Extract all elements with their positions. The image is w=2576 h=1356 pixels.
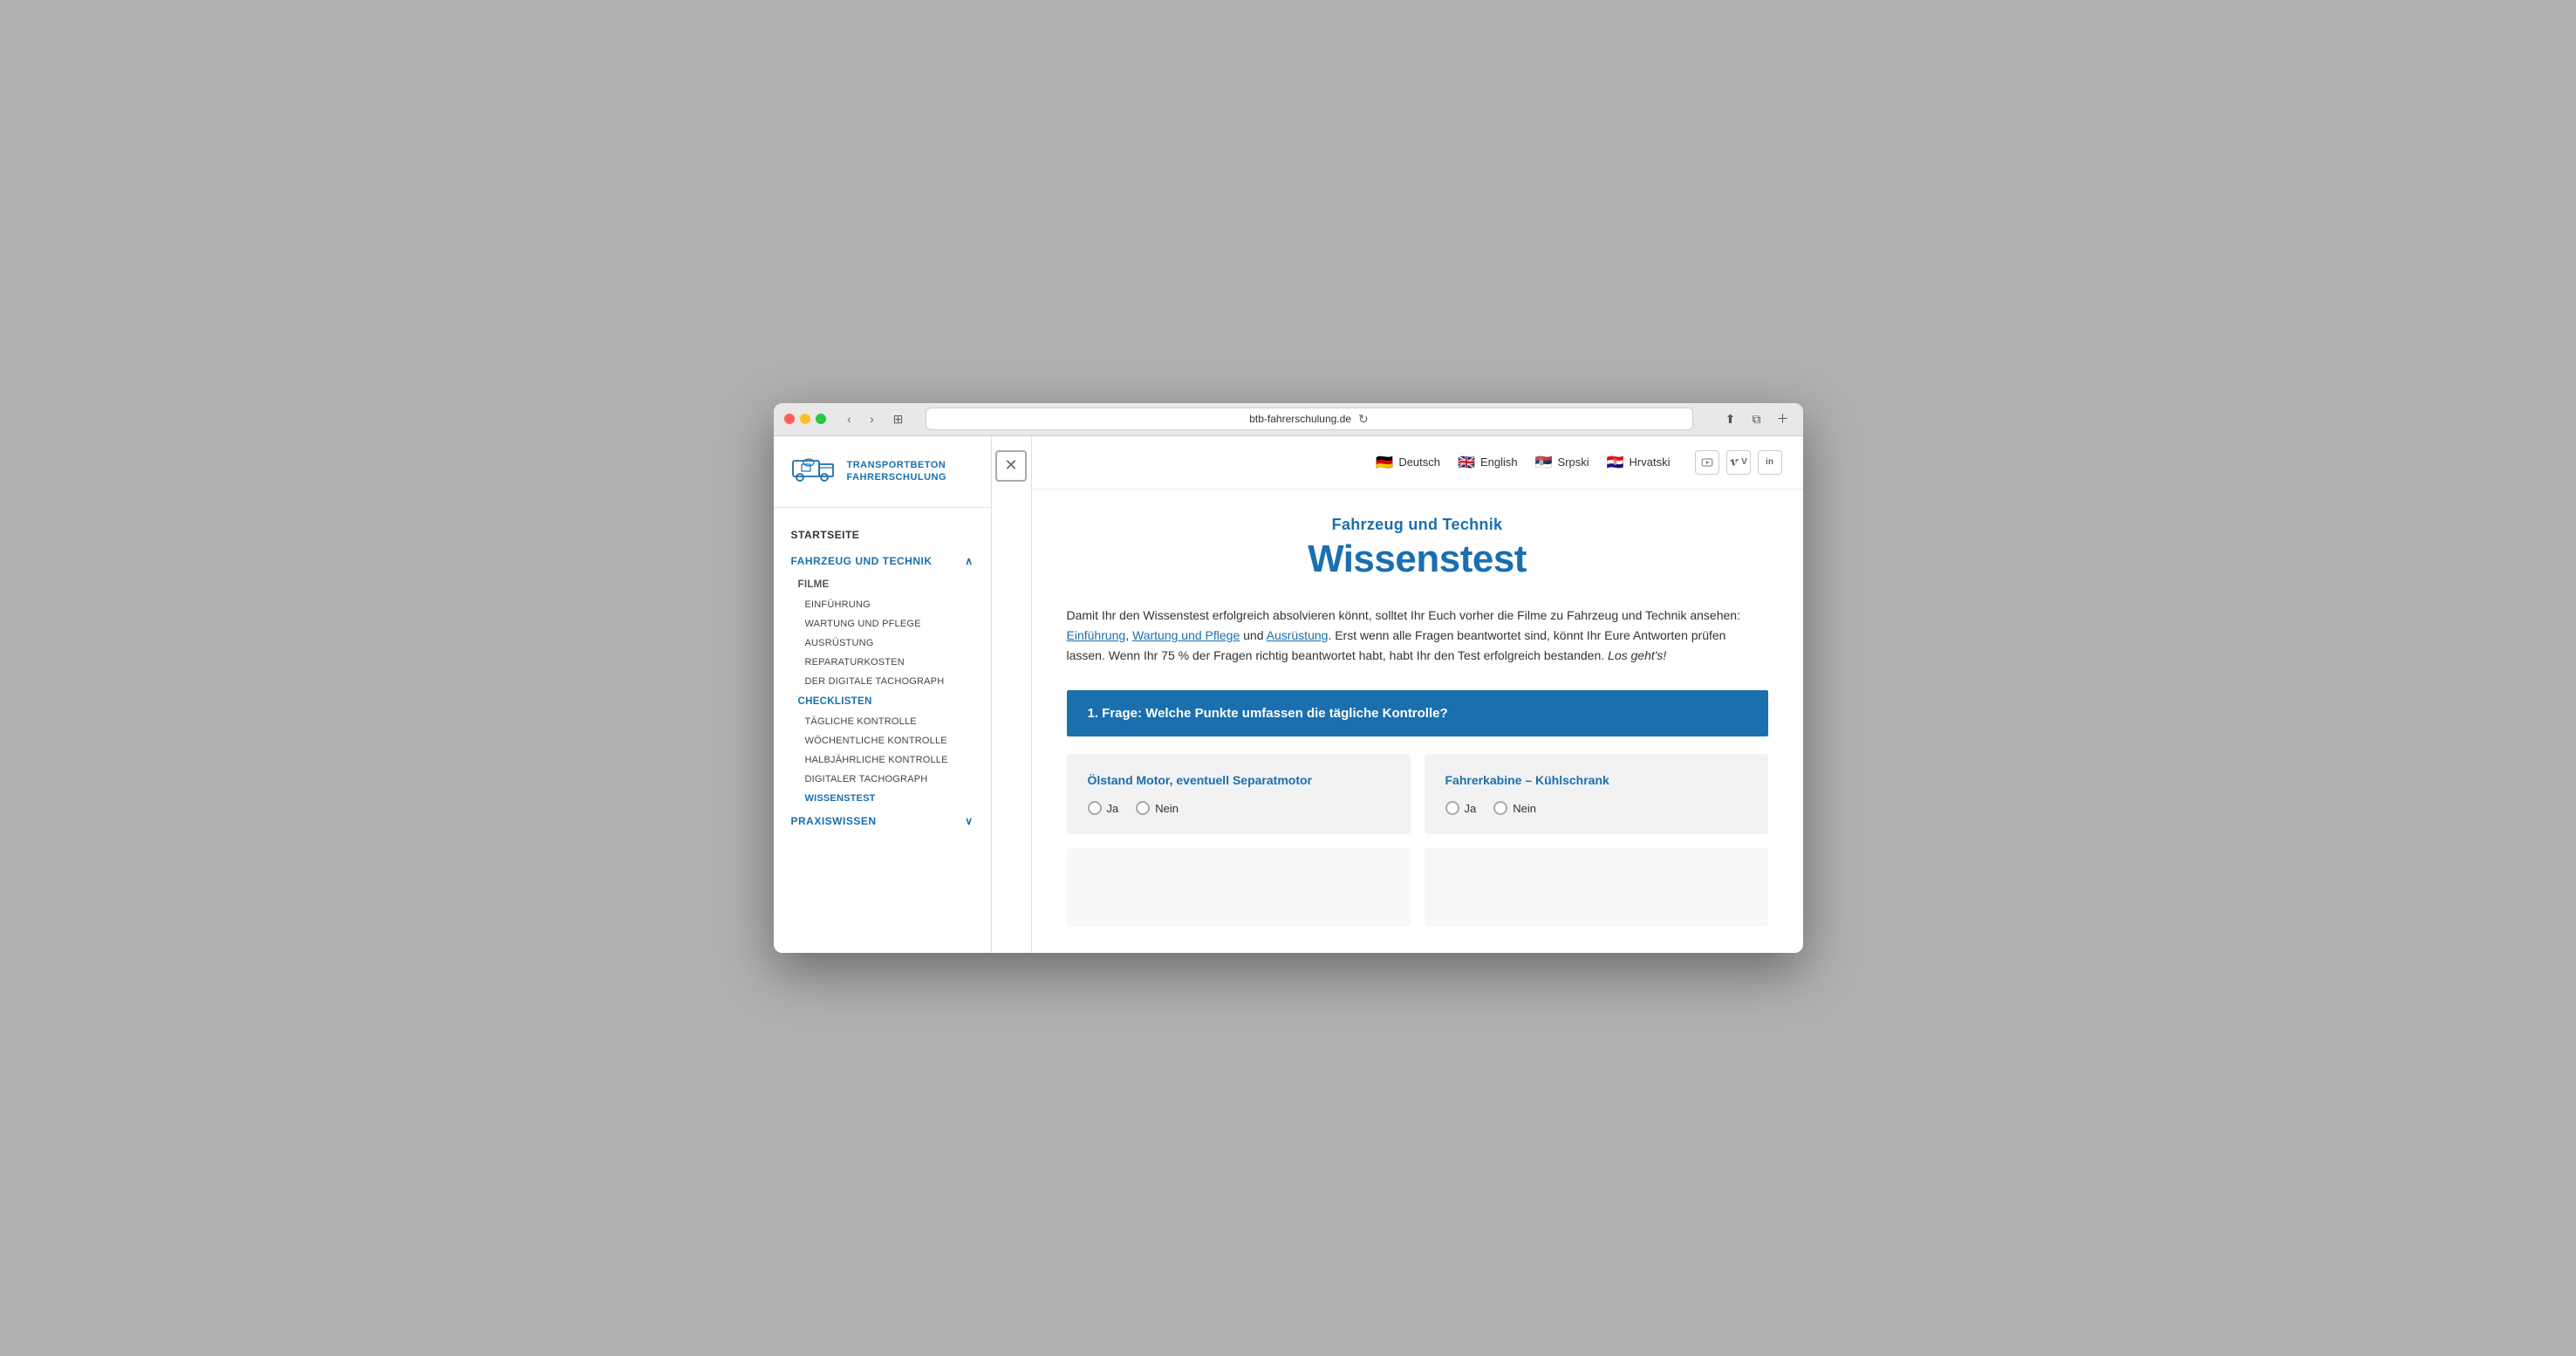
page-subtitle: Fahrzeug und Technik	[1067, 516, 1768, 534]
lang-deutsch[interactable]: 🇩🇪 Deutsch	[1376, 454, 1440, 471]
sidebar-item-fahrzeug-technik[interactable]: FAHRZEUG UND TECHNIK ∧	[774, 548, 991, 574]
sidebar-item-startseite[interactable]: STARTSEITE	[774, 522, 991, 548]
radio-circle-nein-2	[1493, 801, 1507, 815]
radio-nein-label-1: Nein	[1155, 802, 1179, 815]
flag-hr: 🇭🇷	[1607, 454, 1624, 471]
answer-grid: Ölstand Motor, eventuell Separatmotor Ja…	[1067, 754, 1768, 927]
sidebar-close-area: ✕	[992, 436, 1032, 953]
flag-gb: 🇬🇧	[1458, 454, 1475, 471]
radio-ja-1[interactable]: Ja	[1088, 801, 1119, 815]
sidebar-item-tachograph[interactable]: DER DIGITALE TACHOGRAPH	[774, 672, 991, 691]
link-einfuhrung[interactable]: Einführung	[1067, 628, 1126, 642]
radio-ja-label-2: Ja	[1465, 802, 1477, 815]
radio-group-1: Ja Nein	[1088, 801, 1390, 815]
main-content: 🇩🇪 Deutsch 🇬🇧 English 🇷🇸 Srpski 🇭🇷 Hrvat…	[1032, 436, 1803, 953]
radio-nein-2[interactable]: Nein	[1493, 801, 1536, 815]
radio-circle-nein-1	[1136, 801, 1150, 815]
address-bar[interactable]: btb-fahrerschulung.de ↻	[926, 407, 1693, 430]
browser-toolbar-right: ⬆ ⧉ ＋	[1721, 409, 1793, 428]
flag-de: 🇩🇪	[1376, 454, 1393, 471]
answer-title-1: Ölstand Motor, eventuell Separatmotor	[1088, 773, 1390, 787]
share-icon[interactable]: ⬆	[1721, 409, 1740, 428]
sidebar-item-ausrustung[interactable]: AUSRÜSTUNG	[774, 633, 991, 653]
vimeo-icon[interactable]: V	[1726, 450, 1751, 475]
sidebar-item-checklisten[interactable]: CHECKLISTEN	[774, 691, 991, 712]
website: TRANSPORTBETON FAHRERSCHULUNG STARTSEITE…	[774, 436, 1803, 953]
reload-button[interactable]: ↻	[1358, 412, 1369, 427]
sidebar-item-wochentliche[interactable]: WÖCHENTLICHE KONTROLLE	[774, 731, 991, 750]
radio-circle-ja-1	[1088, 801, 1102, 815]
traffic-lights	[784, 414, 826, 424]
radio-group-2: Ja Nein	[1445, 801, 1747, 815]
lang-english-label: English	[1480, 455, 1518, 469]
radio-circle-ja-2	[1445, 801, 1459, 815]
lang-hrvatski[interactable]: 🇭🇷 Hrvatski	[1607, 454, 1671, 471]
content-area: Fahrzeug und Technik Wissenstest Damit I…	[1032, 490, 1803, 953]
back-button[interactable]: ‹	[840, 409, 859, 428]
browser-window: ‹ › ⊞ btb-fahrerschulung.de ↻ ⬆ ⧉ ＋	[774, 403, 1803, 953]
browser-titlebar: ‹ › ⊞ btb-fahrerschulung.de ↻ ⬆ ⧉ ＋	[774, 403, 1803, 436]
sidebar-item-filme[interactable]: FILME	[774, 574, 991, 595]
answer-card-3	[1067, 848, 1411, 927]
question-bar: 1. Frage: Welche Punkte umfassen die täg…	[1067, 690, 1768, 736]
sidebar: TRANSPORTBETON FAHRERSCHULUNG STARTSEITE…	[774, 436, 992, 953]
page-title: Wissenstest	[1067, 538, 1768, 581]
answer-card-1: Ölstand Motor, eventuell Separatmotor Ja…	[1067, 754, 1411, 834]
nav-buttons: ‹ ›	[840, 409, 882, 428]
sidebar-item-einfuhrung[interactable]: EINFÜHRUNG	[774, 595, 991, 614]
answer-title-2: Fahrerkabine – Kühlschrank	[1445, 773, 1747, 787]
intro-text: Damit Ihr den Wissenstest erfolgreich ab…	[1067, 606, 1768, 666]
logo-area: TRANSPORTBETON FAHRERSCHULUNG	[774, 436, 991, 508]
sidebar-nav: STARTSEITE FAHRZEUG UND TECHNIK ∧ FILME …	[774, 508, 991, 848]
lang-srpski-label: Srpski	[1558, 455, 1589, 469]
url-text: btb-fahrerschulung.de	[1249, 413, 1351, 425]
sidebar-item-wartung[interactable]: WARTUNG UND PFLEGE	[774, 614, 991, 633]
lang-deutsch-label: Deutsch	[1398, 455, 1440, 469]
new-tab-icon[interactable]: ⧉	[1747, 409, 1766, 428]
add-tab-icon[interactable]: ＋	[1773, 409, 1793, 428]
answer-card-2: Fahrerkabine – Kühlschrank Ja Nein	[1425, 754, 1768, 834]
sidebar-item-reparaturkosten[interactable]: REPARATURKOSTEN	[774, 653, 991, 672]
lang-srpski[interactable]: 🇷🇸 Srpski	[1535, 454, 1589, 471]
link-ausrustung[interactable]: Ausrüstung	[1267, 628, 1329, 642]
flag-rs: 🇷🇸	[1535, 454, 1553, 471]
chevron-up-icon: ∧	[965, 555, 973, 567]
youtube-icon[interactable]	[1695, 450, 1719, 475]
social-icons: V in	[1695, 450, 1782, 475]
sidebar-item-halbjahrl[interactable]: HALBJÄHRLICHE KONTROLLE	[774, 750, 991, 770]
radio-nein-1[interactable]: Nein	[1136, 801, 1179, 815]
radio-ja-label-1: Ja	[1107, 802, 1119, 815]
chevron-down-icon: ∨	[965, 815, 973, 827]
forward-button[interactable]: ›	[863, 409, 882, 428]
logo-text: TRANSPORTBETON FAHRERSCHULUNG	[847, 459, 947, 484]
lang-english[interactable]: 🇬🇧 English	[1458, 454, 1518, 471]
logo-icon	[791, 454, 837, 490]
sidebar-item-tagliche-kontrolle[interactable]: TÄGLICHE KONTROLLE	[774, 712, 991, 731]
minimize-traffic-light[interactable]	[800, 414, 810, 424]
close-traffic-light[interactable]	[784, 414, 795, 424]
answer-card-4	[1425, 848, 1768, 927]
radio-nein-label-2: Nein	[1513, 802, 1536, 815]
sidebar-toggle-button[interactable]: ⊞	[889, 409, 908, 428]
sidebar-item-praxiswissen[interactable]: PRAXISWISSEN ∨	[774, 808, 991, 834]
link-wartung[interactable]: Wartung und Pflege	[1132, 628, 1240, 642]
maximize-traffic-light[interactable]	[816, 414, 826, 424]
top-nav: 🇩🇪 Deutsch 🇬🇧 English 🇷🇸 Srpski 🇭🇷 Hrvat…	[1032, 436, 1803, 490]
lang-hrvatski-label: Hrvatski	[1630, 455, 1671, 469]
sidebar-item-wissenstest[interactable]: WISSENSTEST	[774, 789, 991, 808]
sidebar-item-digitaler-tacho[interactable]: DIGITALER TACHOGRAPH	[774, 770, 991, 789]
close-button[interactable]: ✕	[995, 450, 1027, 482]
linkedin-icon[interactable]: in	[1758, 450, 1782, 475]
question-text: 1. Frage: Welche Punkte umfassen die täg…	[1088, 706, 1448, 721]
radio-ja-2[interactable]: Ja	[1445, 801, 1477, 815]
